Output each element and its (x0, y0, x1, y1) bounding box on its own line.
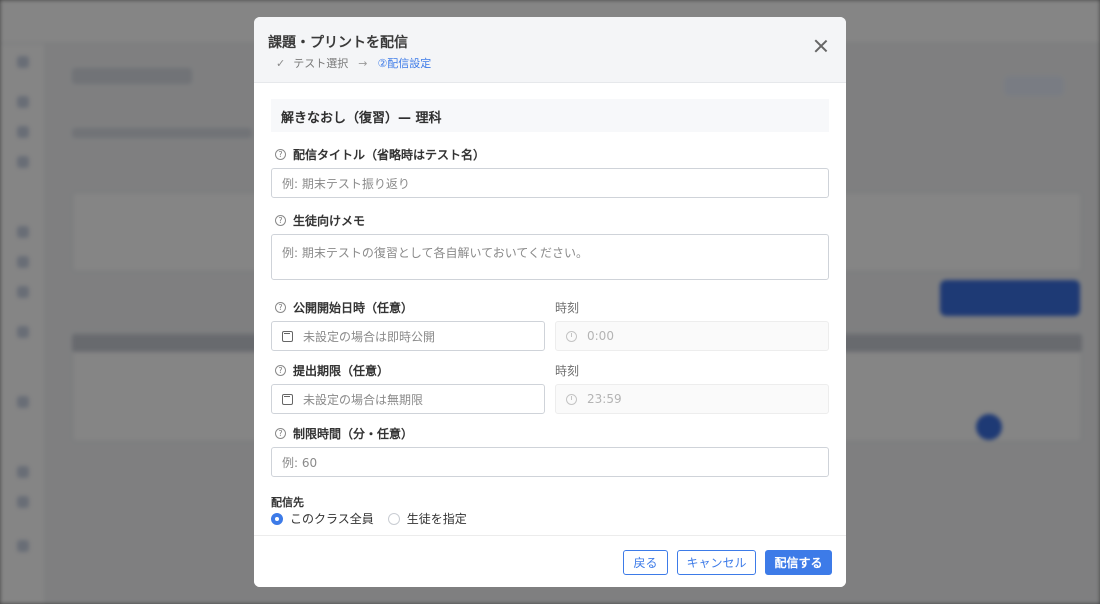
delivery-title-label-text: 配信タイトル（省略時はテスト名） (293, 148, 486, 162)
radio-all-class[interactable]: このクラス全員 (271, 510, 374, 527)
radio-specify-students[interactable]: 生徒を指定 (387, 510, 467, 527)
student-memo-label: ? 生徒向けメモ (275, 212, 365, 229)
due-placeholder: 未設定の場合は無期限 (303, 392, 424, 407)
submit-button[interactable]: 配信する (765, 550, 832, 575)
time-limit-label-text: 制限時間（分・任意） (293, 427, 414, 441)
modal-title: 課題・プリントを配信 (268, 35, 408, 51)
time-limit-input[interactable]: 例: 60 (271, 447, 829, 477)
radio-specify-students-label: 生徒を指定 (406, 512, 467, 526)
publish-start-date-input[interactable]: 未設定の場合は即時公開 (271, 321, 545, 351)
due-time-value: 23:59 (587, 392, 622, 406)
publish-start-label: ? 公開開始日時（任意） (275, 299, 413, 316)
publish-start-time-value: 0:00 (587, 329, 614, 343)
test-name-heading: 解きなおし（復習）— 理科 (271, 99, 829, 132)
modal-header: 課題・プリントを配信 ✓ テスト選択 → ②配信設定 (254, 17, 846, 83)
publish-start-label-text: 公開開始日時（任意） (293, 301, 414, 315)
due-label-text: 提出期限（任意） (293, 364, 390, 378)
student-memo-textarea[interactable]: 例: 期末テストの復習として各自解いておいてください。 (271, 234, 829, 280)
modal-footer: 戻る キャンセル 配信する (254, 535, 846, 587)
help-icon[interactable]: ? (275, 149, 286, 160)
student-memo-placeholder: 例: 期末テストの復習として各自解いておいてください。 (282, 246, 589, 260)
target-label: 配信先 (271, 496, 304, 509)
step-indicator: ✓ テスト選択 → ②配信設定 (276, 55, 431, 71)
help-icon[interactable]: ? (275, 302, 286, 313)
clock-icon (566, 330, 577, 342)
cancel-button[interactable]: キャンセル (677, 550, 756, 575)
radio-all-class-label: このクラス全員 (290, 512, 374, 526)
arrow-right-icon: → (358, 56, 368, 70)
close-icon[interactable] (814, 39, 828, 53)
target-radio-group: このクラス全員 生徒を指定 (271, 510, 467, 527)
radio-unchecked-icon[interactable] (387, 512, 400, 525)
step-delivery-settings: ②配信設定 (377, 57, 432, 70)
radio-checked-icon[interactable] (271, 512, 283, 525)
due-time-label: 時刻 (555, 364, 580, 378)
publish-start-time-label: 時刻 (555, 301, 580, 315)
due-label: ? 提出期限（任意） (275, 362, 389, 379)
calendar-icon (282, 330, 293, 342)
clock-icon (566, 393, 577, 405)
help-icon[interactable]: ? (275, 428, 286, 439)
calendar-icon (282, 393, 293, 405)
help-icon[interactable]: ? (275, 215, 286, 226)
step-test-select: テスト選択 (293, 57, 349, 70)
back-button[interactable]: 戻る (623, 550, 668, 575)
help-icon[interactable]: ? (275, 365, 286, 376)
time-limit-label: ? 制限時間（分・任意） (275, 425, 413, 442)
due-date-input[interactable]: 未設定の場合は無期限 (271, 384, 545, 414)
check-icon: ✓ (276, 56, 286, 70)
delivery-modal: 課題・プリントを配信 ✓ テスト選択 → ②配信設定 解きなおし（復習）— 理科… (254, 17, 846, 587)
publish-start-time-input: 0:00 (555, 321, 829, 351)
due-time-input: 23:59 (555, 384, 829, 414)
delivery-title-label: ? 配信タイトル（省略時はテスト名） (275, 146, 485, 163)
student-memo-label-text: 生徒向けメモ (293, 214, 366, 228)
time-limit-placeholder: 例: 60 (282, 455, 318, 470)
delivery-title-placeholder: 例: 期末テスト振り返り (282, 176, 410, 191)
publish-start-placeholder: 未設定の場合は即時公開 (303, 329, 436, 344)
delivery-title-input[interactable]: 例: 期末テスト振り返り (271, 168, 829, 198)
